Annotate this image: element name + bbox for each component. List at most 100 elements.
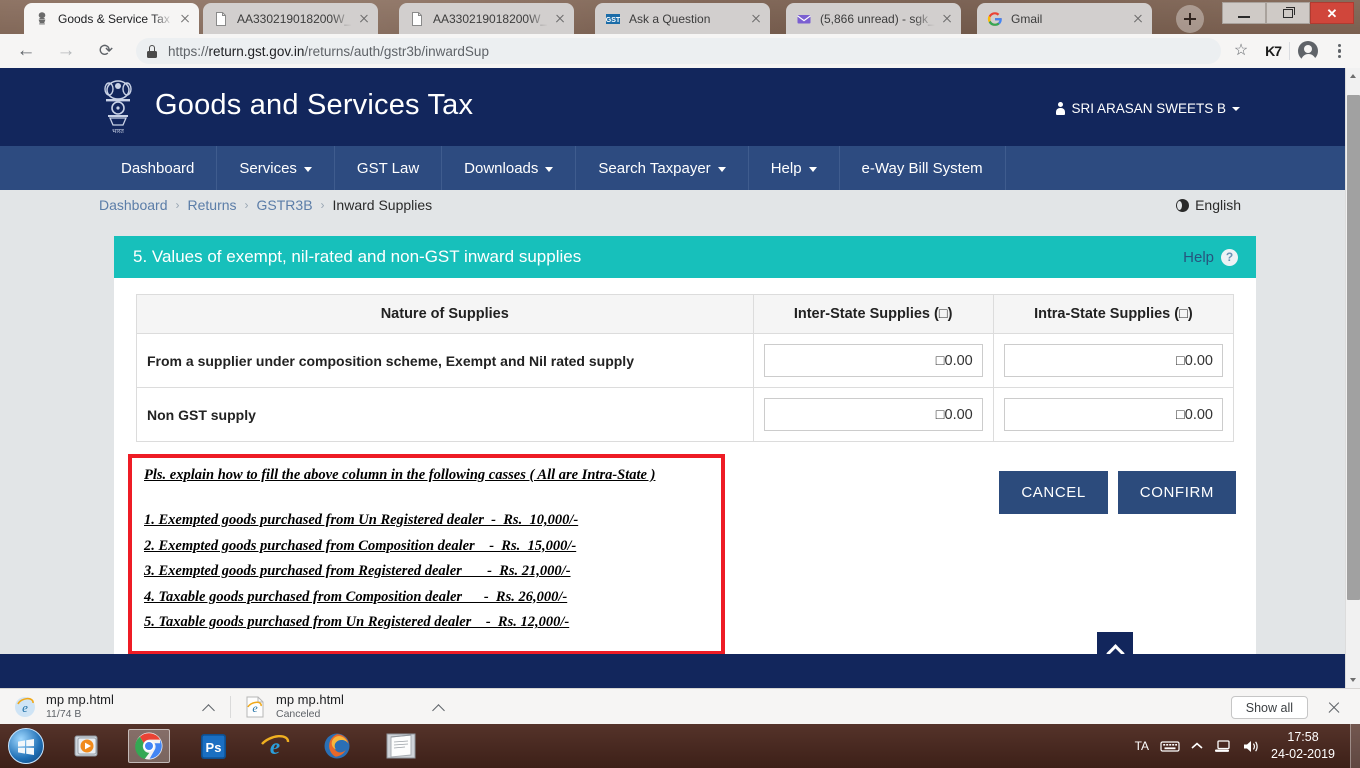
browser-tab-4[interactable]: (5,866 unread) - sgk_ran <box>786 3 961 34</box>
chrome-menu-icon[interactable] <box>1330 41 1348 61</box>
close-icon[interactable] <box>939 11 955 27</box>
taskbar-photoshop-icon[interactable]: Ps <box>192 729 234 763</box>
download-filename: mp mp.html <box>276 692 344 707</box>
clock[interactable]: 17:58 24-02-2019 <box>1271 729 1335 763</box>
close-icon[interactable] <box>1130 11 1146 27</box>
network-icon[interactable] <box>1214 739 1231 754</box>
browser-tab-5[interactable]: Gmail <box>977 3 1152 34</box>
minimize-button[interactable] <box>1222 2 1266 24</box>
document-icon <box>409 11 425 27</box>
column-header-inter-state: Inter-State Supplies (□) <box>752 294 994 334</box>
annotation-heading: Pls. explain how to fill the above colum… <box>144 467 656 483</box>
action-buttons: CANCEL CONFIRM <box>999 471 1236 514</box>
address-bar[interactable]: https://return.gst.gov.in/returns/auth/g… <box>136 38 1222 64</box>
language-selector[interactable]: English <box>1176 197 1241 213</box>
cancel-button[interactable]: CANCEL <box>999 471 1108 514</box>
bookmark-star-icon[interactable]: ☆ <box>1229 39 1253 63</box>
breadcrumb-returns[interactable]: Returns <box>188 197 237 213</box>
taskbar: Ps e TA 17:58 24-02-2019 <box>0 724 1360 768</box>
nav-item-help[interactable]: Help <box>749 146 840 190</box>
document-icon <box>213 11 229 27</box>
download-bar: e mp mp.html 11/74 B e mp mp.html Cancel… <box>0 688 1360 724</box>
taskbar-firefox-icon[interactable] <box>316 729 358 763</box>
browser-tab-3[interactable]: GST Ask a Question <box>595 3 770 34</box>
clock-time: 17:58 <box>1287 730 1319 745</box>
chevron-down-icon <box>545 167 554 172</box>
breadcrumb-current: Inward Supplies <box>332 197 433 213</box>
keyboard-icon[interactable] <box>1160 739 1180 753</box>
cell-intra-state-1 <box>992 387 1235 442</box>
taskbar-windows-media-player-icon[interactable] <box>66 729 108 763</box>
breadcrumb-separator: › <box>320 198 325 212</box>
inter-state-input-1[interactable] <box>763 398 983 431</box>
download-meta: mp mp.html 11/74 B <box>46 692 194 720</box>
intra-state-input-0[interactable] <box>1003 344 1223 377</box>
browser-tab-title: AA330219018200W_SCN <box>237 11 352 26</box>
taskbar-internet-explorer-icon[interactable]: e <box>254 729 296 763</box>
breadcrumb: Dashboard › Returns › GSTR3B › Inward Su… <box>99 197 432 213</box>
close-window-button[interactable]: ✕ <box>1310 2 1354 24</box>
start-orb-icon[interactable] <box>8 728 44 764</box>
card-title: 5. Values of exempt, nil-rated and non-G… <box>133 247 582 266</box>
close-icon[interactable] <box>356 11 372 27</box>
intra-state-input-1[interactable] <box>1003 398 1223 431</box>
table-header-row: Nature of Supplies Inter-State Supplies … <box>136 294 1235 334</box>
profile-avatar-icon[interactable] <box>1298 41 1318 63</box>
browser-tab-title: Gmail <box>1011 11 1043 26</box>
row-label-composition-exempt-nil: From a supplier under composition scheme… <box>136 333 754 388</box>
browser-tab-0[interactable]: Goods & Service Tax (GS <box>24 3 199 34</box>
nav-label: GST Law <box>356 159 420 177</box>
k7-extension-icon[interactable]: K7 <box>1265 43 1282 59</box>
taskbar-google-chrome-icon[interactable] <box>128 729 170 763</box>
lock-icon <box>146 44 158 58</box>
chevron-down-icon <box>303 167 312 172</box>
browser-toolbar: ← → ⟳ https://return.gst.gov.in/returns/… <box>0 34 1360 68</box>
inter-state-input-0[interactable] <box>763 344 983 377</box>
language-indicator[interactable]: TA <box>1135 739 1149 753</box>
show-desktop-button[interactable] <box>1350 724 1360 768</box>
emblem-icon <box>34 11 50 27</box>
scroll-down-arrow-icon[interactable] <box>1346 672 1360 688</box>
forward-icon[interactable]: → <box>54 39 78 63</box>
back-icon[interactable]: ← <box>14 39 38 63</box>
close-icon[interactable] <box>552 11 568 27</box>
download-status: 11/74 B <box>46 707 82 720</box>
window-controls: ✕ <box>1222 2 1354 24</box>
close-download-bar-icon[interactable] <box>1326 700 1342 716</box>
show-hidden-icons-icon[interactable] <box>1191 742 1203 750</box>
scrollbar-thumb[interactable] <box>1347 95 1360 600</box>
close-icon[interactable] <box>177 11 193 27</box>
annotation-line-1: 1. Exempted goods purchased from Un Regi… <box>144 512 579 528</box>
url-path: /returns/auth/gstr3b/inwardSup <box>304 43 489 59</box>
nav-item-gst-law[interactable]: GST Law <box>335 146 443 190</box>
chevron-up-icon[interactable] <box>430 698 448 716</box>
browser-tab-2[interactable]: AA330219018200W_RO <box>399 3 574 34</box>
user-menu[interactable]: SRI ARASAN SWEETS B <box>1056 101 1240 116</box>
nav-item-dashboard[interactable]: Dashboard <box>99 146 218 190</box>
download-status: Canceled <box>276 707 321 720</box>
nav-item-downloads[interactable]: Downloads <box>442 146 577 190</box>
maximize-button[interactable] <box>1266 2 1310 24</box>
reload-icon[interactable]: ⟳ <box>94 39 118 63</box>
download-item-1[interactable]: e mp mp.html Canceled <box>230 689 460 725</box>
download-item-0[interactable]: e mp mp.html 11/74 B <box>0 689 230 725</box>
screen: Goods & Service Tax (GS AA330219018200W_… <box>0 0 1360 768</box>
volume-icon[interactable] <box>1242 739 1260 754</box>
chevron-up-icon[interactable] <box>200 698 218 716</box>
page-body: भारत Goods and Services Tax SRI ARASAN S… <box>0 68 1345 688</box>
close-icon[interactable] <box>748 11 764 27</box>
show-all-downloads-button[interactable]: Show all <box>1230 696 1308 719</box>
confirm-button[interactable]: CONFIRM <box>1117 471 1236 514</box>
taskbar-notepad-document-icon[interactable] <box>378 729 424 763</box>
scroll-up-arrow-icon[interactable] <box>1346 68 1360 84</box>
browser-tab-1[interactable]: AA330219018200W_SCN <box>203 3 378 34</box>
nav-item-search-taxpayer[interactable]: Search Taxpayer <box>576 146 749 190</box>
new-tab-button[interactable] <box>1176 5 1204 33</box>
nav-item-services[interactable]: Services <box>217 146 335 190</box>
help-link[interactable]: Help ? <box>1183 248 1238 266</box>
nav-item-eway-bill[interactable]: e-Way Bill System <box>840 146 1006 190</box>
breadcrumb-gstr3b[interactable]: GSTR3B <box>257 197 313 213</box>
url-scheme: https:// <box>168 43 209 59</box>
breadcrumb-dashboard[interactable]: Dashboard <box>99 197 168 213</box>
page-scrollbar[interactable] <box>1345 68 1360 688</box>
